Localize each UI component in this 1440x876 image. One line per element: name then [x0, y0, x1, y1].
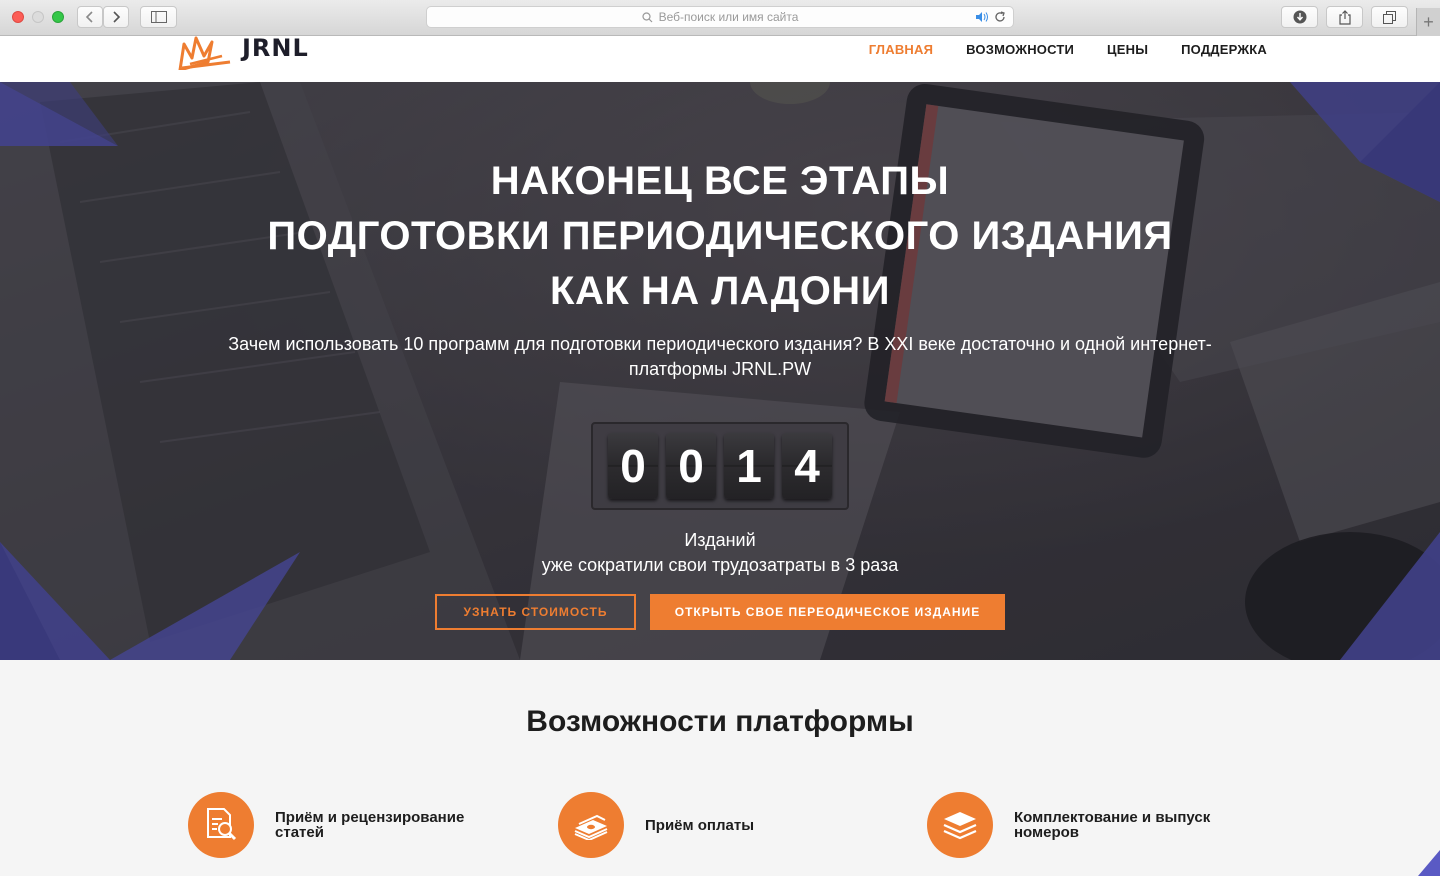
logo-mark-icon [178, 36, 231, 70]
nav-item-support[interactable]: ПОДДЕРЖКА [1181, 42, 1267, 57]
minimize-window-button[interactable] [32, 11, 44, 23]
feature-item: Приём и рецензирование статей [188, 792, 485, 858]
feature-item: Приём оплаты [558, 792, 855, 858]
features-title: Возможности платформы [526, 705, 914, 738]
hero-lead-line: платформы JRNL.PW [628, 359, 812, 379]
counter-digit: 0 [608, 433, 658, 499]
counter-digit: 4 [782, 433, 832, 499]
counter-caption: Изданий уже сократили свои трудозатраты … [0, 528, 1440, 578]
counter-caption-line: Изданий [684, 530, 756, 550]
nav-item-features[interactable]: ВОЗМОЖНОСТИ [966, 42, 1074, 57]
reload-icon[interactable] [993, 10, 1007, 24]
download-icon [1293, 10, 1306, 24]
feature-label: Комплектование и выпуск номеров [1014, 809, 1211, 841]
layers-icon [943, 812, 977, 840]
logo[interactable]: JRNL [178, 34, 309, 70]
hero-title-line: ПОДГОТОВКИ ПЕРИОДИЧЕСКОГО ИЗДАНИЯ [267, 214, 1173, 258]
new-tab-button[interactable]: + [1416, 8, 1440, 36]
browser-toolbar: Веб-поиск или имя сайта + [0, 0, 1440, 36]
hero-title: НАКОНЕЦ ВСЕ ЭТАПЫ ПОДГОТОВКИ ПЕРИОДИЧЕСК… [0, 154, 1440, 319]
tabs-overview-button[interactable] [1371, 6, 1408, 28]
share-icon [1338, 9, 1351, 25]
counter-caption-line: уже сократили свои трудозатраты в 3 раза [541, 555, 899, 575]
back-button[interactable] [77, 6, 103, 28]
hero-lead-line: Зачем использовать 10 программ для подго… [228, 334, 1212, 354]
publications-counter: 0 0 1 4 [591, 422, 849, 510]
features-section: Возможности платформы Приём и рецензиров… [0, 660, 1440, 876]
tabs-icon [1382, 10, 1396, 24]
forward-button[interactable] [103, 6, 129, 28]
chevron-right-icon [113, 11, 121, 23]
hero-lead: Зачем использовать 10 программ для подго… [200, 332, 1240, 382]
hero-section: НАКОНЕЦ ВСЕ ЭТАПЫ ПОДГОТОВКИ ПЕРИОДИЧЕСК… [0, 82, 1440, 660]
nav-item-home[interactable]: ГЛАВНАЯ [869, 42, 933, 57]
speaker-icon[interactable] [975, 11, 989, 23]
sidebar-icon [150, 11, 167, 23]
sidebar-toggle-button[interactable] [140, 6, 177, 28]
counter-digit: 0 [666, 433, 716, 499]
open-publication-button[interactable]: ОТКРЫТЬ СВОЕ ПЕРЕОДИЧЕСКОЕ ИЗДАНИЕ [650, 594, 1005, 630]
feature-icon-circle [558, 792, 624, 858]
feature-icon-circle [188, 792, 254, 858]
nav-item-prices[interactable]: ЦЕНЫ [1107, 42, 1148, 57]
feature-item: Комплектование и выпуск номеров [927, 792, 1224, 858]
feature-label: Приём оплаты [645, 816, 755, 834]
address-bar[interactable]: Веб-поиск или имя сайта [426, 6, 1014, 28]
plus-icon: + [1423, 11, 1434, 32]
corner-triangle-decoration [1418, 850, 1440, 876]
close-window-button[interactable] [12, 11, 24, 23]
address-placeholder: Веб-поиск или имя сайта [658, 10, 799, 24]
document-search-icon [207, 808, 237, 841]
hero-title-line: НАКОНЕЦ ВСЕ ЭТАПЫ [490, 159, 950, 203]
search-icon [641, 11, 653, 22]
downloads-button[interactable] [1281, 6, 1318, 28]
main-nav: ГЛАВНАЯ ВОЗМОЖНОСТИ ЦЕНЫ ПОДДЕРЖКА [869, 42, 1267, 57]
feature-icon-circle [927, 792, 993, 858]
get-price-button[interactable]: УЗНАТЬ СТОИМОСТЬ [435, 594, 636, 630]
money-stack-icon [574, 814, 608, 840]
chevron-left-icon [85, 11, 93, 23]
counter-digit: 1 [724, 433, 774, 499]
site-header: JRNL ГЛАВНАЯ ВОЗМОЖНОСТИ ЦЕНЫ ПОДДЕРЖКА [0, 34, 1440, 82]
logo-text: JRNL [242, 34, 309, 62]
feature-label: Приём и рецензирование статей [275, 809, 465, 841]
zoom-window-button[interactable] [52, 11, 64, 23]
hero-title-line: КАК НА ЛАДОНИ [550, 269, 890, 313]
share-button[interactable] [1326, 6, 1363, 28]
